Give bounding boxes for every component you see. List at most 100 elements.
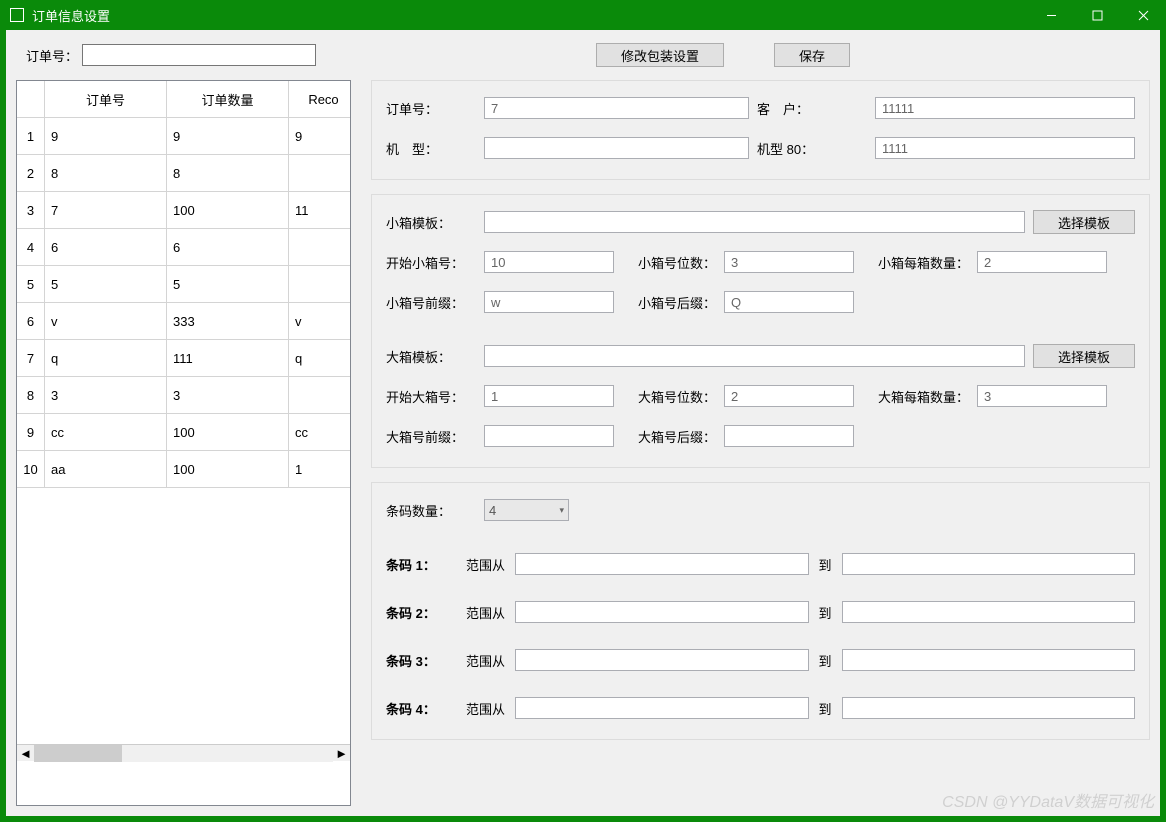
bigbox-choose-template-button[interactable]: 选择模板 (1033, 344, 1135, 368)
smallbox-prefix-label: 小箱号前缀： (386, 293, 476, 312)
table-cell[interactable]: 5 (167, 266, 289, 303)
bigbox-template-label: 大箱模板： (386, 347, 476, 366)
table-cell[interactable]: 100 (167, 451, 289, 488)
smallbox-template-input[interactable] (484, 211, 1025, 233)
table-cell[interactable]: 3 (167, 377, 289, 414)
bigbox-qty-input[interactable] (977, 385, 1107, 407)
table-cell[interactable]: 7 (45, 192, 167, 229)
barcode-from-input[interactable] (515, 649, 808, 671)
bigbox-suffix-input[interactable] (724, 425, 854, 447)
detail-order-input[interactable] (484, 97, 749, 119)
close-button[interactable] (1120, 0, 1166, 30)
table-cell[interactable]: 6 (167, 229, 289, 266)
table-cell[interactable]: q (289, 340, 351, 377)
table-cell[interactable]: v (289, 303, 351, 340)
smallbox-start-label: 开始小箱号： (386, 253, 476, 272)
col-header-reco[interactable]: Reco (289, 81, 351, 118)
bigbox-prefix-input[interactable] (484, 425, 614, 447)
row-header[interactable]: 6 (17, 303, 45, 340)
orders-table: 订单号 订单数量 Reco 1 9 9 9 2 8 8 3 7 100 11 4… (16, 80, 351, 806)
table-cell[interactable] (289, 377, 351, 414)
table-cell[interactable]: 111 (167, 340, 289, 377)
row-header[interactable]: 5 (17, 266, 45, 303)
smallbox-suffix-input[interactable] (724, 291, 854, 313)
row-header[interactable]: 3 (17, 192, 45, 229)
bigbox-start-input[interactable] (484, 385, 614, 407)
client-area: 订单号： 修改包装设置 保存 订单号 订单数量 Reco 1 9 9 9 2 8… (6, 30, 1160, 816)
barcode-to-input[interactable] (842, 601, 1135, 623)
titlebar: 订单信息设置 (0, 0, 1166, 30)
smallbox-qty-input[interactable] (977, 251, 1107, 273)
row-header[interactable]: 10 (17, 451, 45, 488)
detail-model-input[interactable] (484, 137, 749, 159)
barcode-row-label: 条码 4： (386, 699, 456, 718)
detail-customer-input[interactable] (875, 97, 1135, 119)
table-cell[interactable]: 9 (289, 118, 351, 155)
barcode-group: 条码数量： 4 ▾ 条码 1： 范围从 到 条码 2： 范围从 到 条码 3： (371, 482, 1150, 740)
smallbox-digits-input[interactable] (724, 251, 854, 273)
table-cell[interactable]: aa (45, 451, 167, 488)
barcode-to-input[interactable] (842, 697, 1135, 719)
table-cell[interactable]: 9 (167, 118, 289, 155)
table-cell[interactable]: 6 (45, 229, 167, 266)
barcode-count-select[interactable]: 4 ▾ (484, 499, 569, 521)
table-cell[interactable] (289, 155, 351, 192)
bigbox-qty-label: 大箱每箱数量： (878, 387, 969, 406)
table-cell[interactable]: cc (289, 414, 351, 451)
bigbox-start-label: 开始大箱号： (386, 387, 476, 406)
table-cell[interactable]: v (45, 303, 167, 340)
barcode-from-label: 范围从 (466, 555, 505, 574)
bigbox-digits-input[interactable] (724, 385, 854, 407)
table-cell[interactable]: cc (45, 414, 167, 451)
smallbox-template-label: 小箱模板： (386, 213, 476, 232)
table-cell[interactable]: 5 (45, 266, 167, 303)
col-header-qty[interactable]: 订单数量 (167, 81, 289, 118)
save-button[interactable]: 保存 (774, 43, 850, 67)
table-cell[interactable]: 100 (167, 192, 289, 229)
row-header[interactable]: 1 (17, 118, 45, 155)
barcode-from-input[interactable] (515, 697, 808, 719)
small-box-group: 小箱模板： 选择模板 开始小箱号： 小箱号位数： 小箱每箱数量： 小箱号前缀： … (371, 194, 1150, 468)
col-header-order[interactable]: 订单号 (45, 81, 167, 118)
bigbox-template-input[interactable] (484, 345, 1025, 367)
barcode-count-value: 4 (489, 503, 496, 518)
modify-packaging-button[interactable]: 修改包装设置 (596, 43, 724, 67)
scroll-right-icon[interactable]: ► (333, 745, 350, 762)
row-header[interactable]: 8 (17, 377, 45, 414)
table-cell[interactable]: q (45, 340, 167, 377)
table-cell[interactable]: 8 (45, 155, 167, 192)
smallbox-choose-template-button[interactable]: 选择模板 (1033, 210, 1135, 234)
row-header[interactable]: 2 (17, 155, 45, 192)
barcode-to-input[interactable] (842, 553, 1135, 575)
row-header[interactable]: 4 (17, 229, 45, 266)
row-header[interactable]: 7 (17, 340, 45, 377)
table-cell[interactable]: 100 (167, 414, 289, 451)
barcode-from-label: 范围从 (466, 603, 505, 622)
table-cell[interactable]: 8 (167, 155, 289, 192)
table-cell[interactable]: 9 (45, 118, 167, 155)
bigbox-digits-label: 大箱号位数： (638, 387, 716, 406)
smallbox-start-input[interactable] (484, 251, 614, 273)
barcode-from-input[interactable] (515, 601, 808, 623)
maximize-button[interactable] (1074, 0, 1120, 30)
table-cell[interactable] (289, 229, 351, 266)
horizontal-scrollbar[interactable]: ◄ ► (17, 744, 350, 761)
left-pane: 订单号 订单数量 Reco 1 9 9 9 2 8 8 3 7 100 11 4… (16, 80, 351, 806)
smallbox-prefix-input[interactable] (484, 291, 614, 313)
scroll-left-icon[interactable]: ◄ (17, 745, 34, 762)
row-header[interactable]: 9 (17, 414, 45, 451)
table-cell[interactable]: 1 (289, 451, 351, 488)
table-cell[interactable]: 333 (167, 303, 289, 340)
scrollbar-thumb[interactable] (34, 745, 122, 762)
minimize-button[interactable] (1028, 0, 1074, 30)
barcode-to-input[interactable] (842, 649, 1135, 671)
detail-model80-input[interactable] (875, 137, 1135, 159)
table-cell[interactable]: 11 (289, 192, 351, 229)
barcode-row-label: 条码 2： (386, 603, 456, 622)
main-area: 订单号 订单数量 Reco 1 9 9 9 2 8 8 3 7 100 11 4… (16, 80, 1150, 806)
order-no-input[interactable] (82, 44, 316, 66)
barcode-from-input[interactable] (515, 553, 808, 575)
table-cell[interactable]: 3 (45, 377, 167, 414)
table-cell[interactable] (289, 266, 351, 303)
barcode-row: 条码 1： 范围从 到 (386, 549, 1135, 579)
